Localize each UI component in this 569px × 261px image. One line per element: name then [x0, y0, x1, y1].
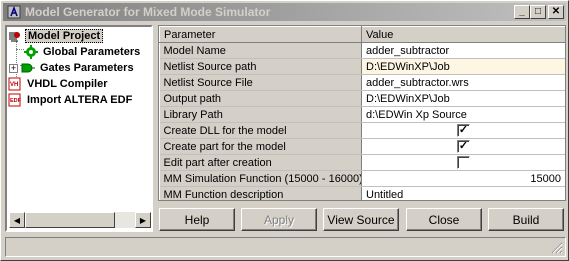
main-window: Model Generator for Mixed Mode Simulator…: [0, 0, 569, 261]
param-value-field[interactable]: adder_subtractor.wrs: [361, 74, 565, 91]
scroll-thumb[interactable]: [25, 212, 115, 228]
close-window-button[interactable]: ✕: [548, 5, 564, 19]
maximize-button[interactable]: □: [530, 5, 546, 19]
param-name: Create DLL for the model: [159, 122, 362, 139]
gate-icon: [21, 61, 35, 75]
create-dll-checkbox[interactable]: ✓: [457, 124, 470, 137]
tree-item-import-altera-edf[interactable]: EDF Import ALTERA EDF: [8, 92, 134, 108]
resize-grip-icon[interactable]: [551, 242, 563, 254]
param-name: Model Name: [159, 42, 362, 59]
param-value-field[interactable]: d:\EDWin Xp Source: [361, 106, 565, 123]
project-tree[interactable]: Model Project Global Parameters + Gates …: [5, 25, 153, 232]
table-row[interactable]: Library Path d:\EDWin Xp Source: [159, 106, 565, 123]
tree-item-model-project[interactable]: Model Project: [8, 28, 104, 44]
param-name: Create part for the model: [159, 138, 362, 155]
close-icon: ✕: [551, 6, 561, 17]
parameter-grid[interactable]: Parameter Value Model Name adder_subtrac…: [158, 25, 566, 201]
status-bar: [5, 237, 566, 257]
minimize-icon: _: [519, 6, 525, 17]
tree-horizontal-scrollbar[interactable]: ◀ ▶: [9, 212, 151, 228]
column-header-parameter[interactable]: Parameter: [159, 26, 362, 43]
param-value-field[interactable]: adder_subtractor: [361, 42, 565, 59]
param-value-field[interactable]: 15000: [361, 170, 565, 187]
maximize-icon: □: [534, 6, 542, 17]
apply-button-label: Apply: [263, 212, 295, 227]
view-source-button-label: View Source: [327, 212, 395, 227]
help-button-label: Help: [184, 212, 210, 227]
table-row[interactable]: Model Name adder_subtractor: [159, 42, 565, 59]
tree-item-label: VHDL Compiler: [27, 78, 108, 90]
column-header-value[interactable]: Value: [361, 26, 565, 43]
svg-text:EDF: EDF: [10, 98, 22, 104]
scroll-right-button[interactable]: ▶: [135, 212, 151, 228]
close-button[interactable]: Close: [406, 208, 482, 231]
param-name: MM Simulation Function (15000 - 16000): [159, 170, 362, 187]
view-source-button[interactable]: View Source: [323, 208, 399, 231]
project-icon: [8, 29, 22, 43]
tree-item-label: Gates Parameters: [40, 62, 134, 74]
tree-item-label: Model Project: [25, 29, 104, 43]
param-value-field[interactable]: D:\EDWinXP\Job: [361, 58, 565, 75]
table-row[interactable]: Netlist Source File adder_subtractor.wrs: [159, 74, 565, 91]
title-bar[interactable]: Model Generator for Mixed Mode Simulator…: [3, 3, 566, 21]
arrow-left-icon: ◀: [13, 215, 21, 225]
param-name: Library Path: [159, 106, 362, 123]
parameters-icon: [24, 45, 38, 59]
tree-item-label: Global Parameters: [43, 46, 141, 58]
tree-item-global-parameters[interactable]: Global Parameters: [24, 44, 142, 60]
build-button[interactable]: Build: [488, 208, 564, 231]
tree-item-vhdl-compiler[interactable]: VH VHDL Compiler: [8, 76, 109, 92]
grid-header-row: Parameter Value: [159, 26, 565, 43]
table-row[interactable]: Create part for the model ✓: [159, 138, 565, 155]
table-row[interactable]: MM Simulation Function (15000 - 16000) 1…: [159, 170, 565, 187]
table-row[interactable]: Netlist Source path D:\EDWinXP\Job: [159, 58, 565, 75]
app-icon: [7, 5, 21, 19]
scroll-left-button[interactable]: ◀: [9, 212, 25, 228]
param-name: Netlist Source File: [159, 74, 362, 91]
build-button-label: Build: [512, 212, 540, 227]
window-title: Model Generator for Mixed Mode Simulator: [25, 5, 271, 19]
param-name: Netlist Source path: [159, 58, 362, 75]
param-value-field[interactable]: Untitled: [361, 186, 565, 200]
vhdl-icon: VH: [8, 77, 22, 91]
expand-toggle[interactable]: +: [9, 63, 18, 73]
create-part-checkbox[interactable]: ✓: [457, 140, 470, 153]
arrow-right-icon: ▶: [139, 215, 147, 225]
help-button[interactable]: Help: [159, 208, 235, 231]
apply-button[interactable]: Apply: [241, 208, 317, 231]
param-name: Output path: [159, 90, 362, 107]
edit-part-checkbox[interactable]: [457, 156, 470, 169]
tree-item-gates-parameters[interactable]: + Gates Parameters: [9, 60, 136, 76]
tree-item-label: Import ALTERA EDF: [27, 94, 133, 106]
minimize-button[interactable]: _: [514, 5, 530, 19]
table-row[interactable]: MM Function description Untitled: [159, 186, 565, 200]
edf-icon: EDF: [8, 93, 22, 107]
table-row[interactable]: Output path D:\EDWinXP\Job: [159, 90, 565, 107]
table-row[interactable]: Create DLL for the model ✓: [159, 122, 565, 139]
svg-text:VH: VH: [10, 82, 18, 88]
param-name: MM Function description: [159, 186, 362, 200]
param-name: Edit part after creation: [159, 154, 362, 171]
table-row[interactable]: Edit part after creation: [159, 154, 565, 171]
param-value-field[interactable]: D:\EDWinXP\Job: [361, 90, 565, 107]
close-button-label: Close: [428, 212, 460, 227]
